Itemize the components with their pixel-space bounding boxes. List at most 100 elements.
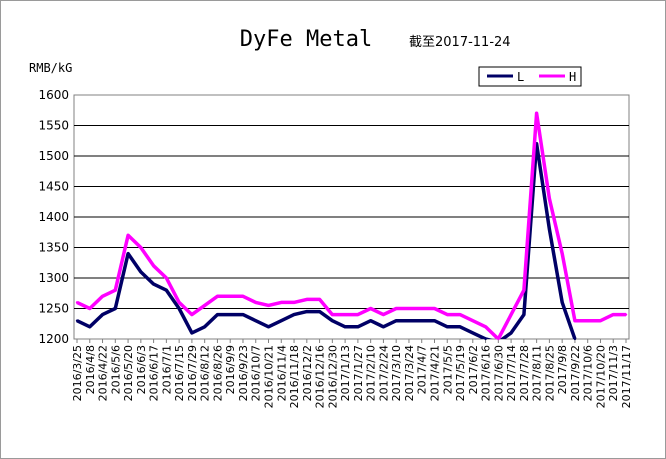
data-point-h <box>292 301 296 304</box>
data-point-l <box>369 319 372 322</box>
data-point-l <box>433 319 436 322</box>
legend: L H <box>478 66 582 87</box>
x-tick-label: 2016/10/7 <box>250 345 263 401</box>
data-point-l <box>229 313 232 316</box>
chart-title: DyFe Metal <box>240 27 372 52</box>
chart-subtitle: 截至2017-11-24 <box>409 35 511 50</box>
x-tick-label: 2017/10/6 <box>582 345 595 401</box>
legend-label-l: L <box>517 70 524 84</box>
data-point-l <box>420 319 423 322</box>
x-tick-label: 2016/12/16 <box>314 345 327 408</box>
data-point-h <box>484 325 487 328</box>
x-tick-label: 2017/6/16 <box>480 345 493 401</box>
data-point-h <box>177 301 181 304</box>
y-tick-1300: 1300 <box>38 271 69 285</box>
data-point-h <box>229 295 232 298</box>
data-point-h <box>560 252 564 255</box>
data-point-h <box>203 304 206 307</box>
y-tick-labels: 1200 1250 1300 1350 1400 1450 1500 1550 1600 <box>38 88 69 346</box>
data-point-h <box>369 307 372 310</box>
x-tick-label: 2017/9/8 <box>556 345 569 394</box>
x-tick-label: 2016/9/23 <box>237 345 250 401</box>
data-point-l <box>458 325 462 328</box>
x-tick-label: 2017/1/27 <box>352 345 365 401</box>
data-point-l <box>216 313 219 316</box>
data-point-h <box>382 313 385 316</box>
data-point-h <box>88 307 91 310</box>
data-point-h <box>573 319 577 322</box>
data-point-h <box>318 298 321 301</box>
data-point-l <box>394 319 398 322</box>
data-point-h <box>446 313 449 316</box>
x-tick-label: 2017/9/22 <box>569 345 582 401</box>
data-point-l <box>331 319 334 322</box>
data-point-h <box>139 246 143 249</box>
x-tick-label: 2016/9/9 <box>224 345 237 394</box>
data-point-h <box>126 234 130 237</box>
x-tick-label: 2016/6/17 <box>148 345 161 401</box>
x-tick-label: 2017/8/25 <box>543 345 556 401</box>
x-tick-label: 2017/11/3 <box>607 345 620 401</box>
data-point-l <box>101 313 104 316</box>
data-point-h <box>267 304 270 307</box>
data-point-l <box>75 319 79 322</box>
y-tick-1200: 1200 <box>38 332 69 346</box>
x-tick-label: 2017/6/2 <box>467 345 480 394</box>
x-tick-label: 2016/4/8 <box>84 345 97 394</box>
x-tick-labels: 2016/3/25 2016/4/8 2016/4/22 2016/5/6 2016/5… <box>71 339 633 408</box>
y-tick-1250: 1250 <box>38 302 69 316</box>
data-point-l <box>267 325 270 328</box>
data-point-l <box>382 325 385 328</box>
data-point-l <box>446 325 449 328</box>
data-point-l <box>139 270 143 274</box>
data-point-l <box>484 337 487 341</box>
data-point-h <box>407 307 411 310</box>
data-point-h <box>216 295 219 298</box>
data-point-h <box>624 313 628 316</box>
data-point-h <box>612 313 615 316</box>
data-point-l <box>241 313 245 316</box>
x-tick-label: 2017/7/28 <box>518 345 531 401</box>
chart-frame: DyFe Metal 截至2017-11-24 RMB/kG 1200 1250 1… <box>0 0 666 459</box>
data-point-l <box>88 325 91 328</box>
data-point-l <box>152 282 155 286</box>
y-axis-label: RMB/kG <box>29 61 72 75</box>
x-tick-label: 2016/12/2 <box>301 345 314 401</box>
data-point-h <box>497 337 500 341</box>
data-point-h <box>254 301 257 304</box>
y-tick-1600: 1600 <box>38 88 69 102</box>
x-tick-label: 2017/1/13 <box>339 345 352 401</box>
y-tick-1350: 1350 <box>38 241 69 255</box>
x-tick-label: 2017/7/14 <box>505 345 518 401</box>
x-tick-label: 2017/4/21 <box>428 345 441 401</box>
y-tick-1550: 1550 <box>38 119 69 133</box>
x-tick-label: 2016/11/18 <box>288 345 301 408</box>
data-point-l <box>522 313 526 316</box>
x-tick-label: 2017/3/24 <box>403 345 416 401</box>
x-tick-label: 2017/8/11 <box>531 345 544 401</box>
data-point-h <box>509 313 513 316</box>
x-tick-label: 2017/11/17 <box>620 345 633 408</box>
data-point-h <box>599 319 602 322</box>
data-point-h <box>331 313 334 316</box>
data-point-l <box>114 307 117 310</box>
data-point-h <box>586 319 589 322</box>
x-tick-label: 2016/5/20 <box>122 345 135 401</box>
data-point-l <box>190 331 194 335</box>
data-point-h <box>420 307 423 310</box>
x-tick-label: 2016/5/6 <box>109 345 122 394</box>
data-point-h <box>152 264 155 267</box>
x-tick-label: 2017/4/7 <box>416 345 429 394</box>
y-tick-1400: 1400 <box>38 210 69 224</box>
data-point-l <box>573 337 577 341</box>
legend-label-h: H <box>569 70 576 84</box>
data-point-l <box>203 325 206 328</box>
data-point-h <box>458 313 462 316</box>
data-point-l <box>548 228 551 231</box>
data-point-l <box>280 319 283 322</box>
x-tick-label: 2016/7/29 <box>186 345 199 401</box>
x-tick-label: 2017/5/19 <box>454 345 467 401</box>
data-point-h <box>433 307 436 310</box>
x-tick-label: 2016/4/22 <box>97 345 110 401</box>
data-point-l <box>318 310 321 313</box>
